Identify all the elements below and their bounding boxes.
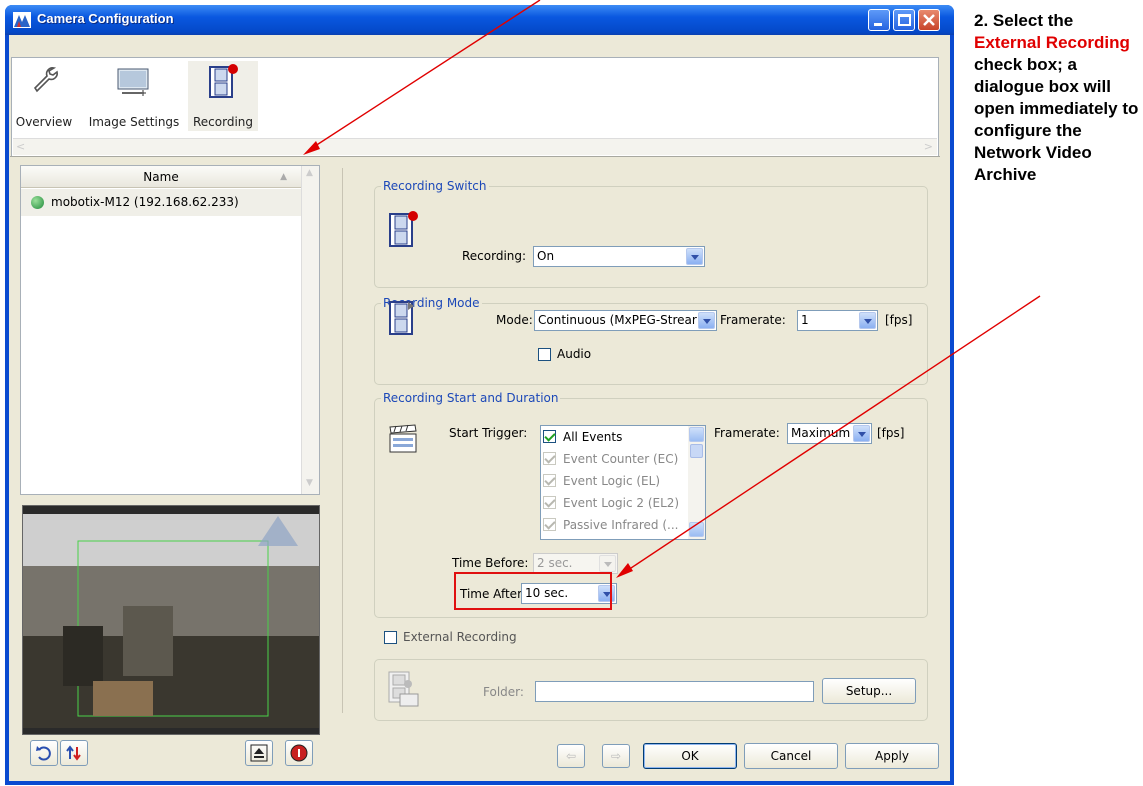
- arrow-line-top: [311, 0, 541, 149]
- annotation-arrows: [303, 0, 1041, 578]
- arrow-head-top-icon: [303, 141, 320, 155]
- arrow-line-bottom: [624, 295, 1041, 573]
- arrow-head-bottom-icon: [616, 563, 633, 578]
